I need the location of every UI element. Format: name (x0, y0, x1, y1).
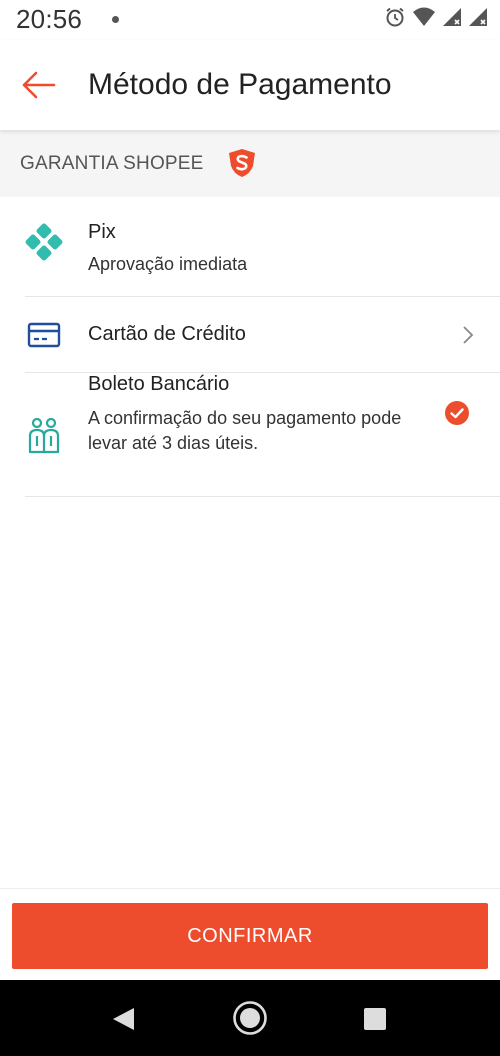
payment-option-pix[interactable]: Pix Aprovação imediata (0, 197, 500, 297)
section-header: GARANTIA SHOPEE (0, 130, 500, 197)
alarm-icon (384, 6, 406, 28)
payment-option-boleto[interactable]: Boleto Bancário A confirmação do seu pag… (0, 373, 500, 497)
boleto-icon (24, 415, 64, 455)
shopee-shield-icon (226, 147, 258, 184)
payment-option-title: Boleto Bancário (88, 373, 230, 395)
status-time: 20:56 (16, 4, 83, 34)
confirm-button[interactable]: CONFIRMAR (12, 903, 488, 969)
payment-method-screen: 20:56 Método de Pagamento GARANTIA SHOPE… (0, 0, 500, 1056)
section-title: GARANTIA SHOPEE (20, 153, 204, 174)
nav-back-icon[interactable] (111, 1006, 137, 1037)
cell-signal-icon (442, 6, 462, 28)
payment-option-credit-card[interactable]: Cartão de Crédito (0, 297, 500, 373)
status-icons (384, 6, 488, 28)
payment-option-title: Pix (88, 221, 116, 243)
pix-icon (24, 222, 64, 262)
nav-home-icon[interactable] (232, 1000, 268, 1041)
selected-check-icon (445, 401, 469, 430)
credit-card-icon (24, 315, 64, 355)
status-bar: 20:56 (0, 0, 500, 40)
payment-option-title: Cartão de Crédito (88, 323, 246, 345)
divider (25, 496, 500, 497)
payment-method-list: Pix Aprovação imediata Cartão de Crédito (0, 197, 500, 497)
page-title: Método de Pagamento (88, 68, 392, 101)
arrow-left-icon (20, 70, 56, 105)
wifi-icon (412, 6, 436, 28)
bottom-action-bar: CONFIRMAR (0, 888, 500, 980)
back-button[interactable] (16, 65, 60, 109)
payment-option-description: Aprovação imediata (88, 254, 248, 274)
cell-signal-icon (468, 6, 488, 28)
nav-recents-icon[interactable] (364, 1008, 386, 1035)
payment-option-description: A confirmação do seu pagamento pode leva… (88, 408, 402, 453)
app-bar: Método de Pagamento (0, 40, 500, 130)
chevron-right-icon (462, 325, 474, 350)
notification-dot-icon (112, 16, 119, 23)
system-nav-bar (0, 980, 500, 1056)
